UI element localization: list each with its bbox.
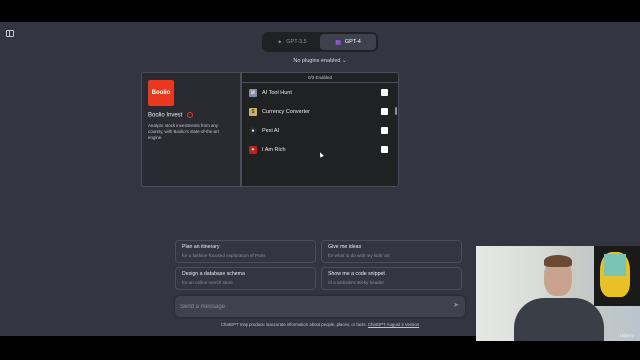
- chevron-down-icon: ⌄: [342, 58, 347, 64]
- person-hair: [544, 255, 572, 267]
- suggestion-title: Show me a code snippet: [328, 271, 385, 277]
- plugin-list: 0/3 Enabled ⊞ AI Tool Hunt $ Currency Co…: [241, 72, 399, 187]
- person-body: [514, 298, 604, 341]
- plugin-store-popup: Boolio Boolio Invest Analyze stock inves…: [141, 72, 399, 187]
- footer-disclaimer: ChatGPT may produce inaccurate informati…: [175, 322, 465, 327]
- version-link[interactable]: ChatGPT August 3 Version: [368, 322, 419, 327]
- disclaimer-text: ChatGPT may produce inaccurate informati…: [220, 322, 367, 327]
- plugin-name-text: Boolio Invest: [148, 112, 183, 119]
- wall-artwork: [594, 246, 640, 306]
- plugin-checkbox[interactable]: [381, 89, 388, 96]
- suggestion-subtitle: of a website's sticky header: [328, 280, 385, 285]
- message-input[interactable]: [180, 300, 440, 313]
- ai-tool-hunt-icon: ⊞: [249, 88, 257, 97]
- plugin-detail-panel: Boolio Boolio Invest Analyze stock inves…: [141, 72, 241, 187]
- suggestion-subtitle: for what to do with my kids' art: [328, 253, 390, 258]
- model-gpt35-label: GPT-3.5: [286, 39, 307, 45]
- send-icon[interactable]: ➤: [453, 301, 459, 309]
- plugin-row-label: I Am Rich: [262, 146, 286, 153]
- instructor-webcam: Udemy: [476, 246, 640, 341]
- logo-text: Boolio: [151, 90, 171, 96]
- plugin-row-label: Currency Converter: [262, 108, 310, 115]
- message-composer: ➤: [175, 296, 465, 317]
- boolio-logo: Boolio: [148, 80, 174, 106]
- suggestion-card[interactable]: Plan an itinerary for a fashion-focused …: [175, 240, 316, 263]
- suggestion-title: Give me ideas: [328, 244, 362, 250]
- plugin-row-ai-tool-hunt[interactable]: ⊞ AI Tool Hunt: [242, 83, 398, 102]
- plugins-dropdown[interactable]: No plugins enabled ⌄: [280, 58, 360, 64]
- plugin-description: Analyze stock investments from any count…: [148, 122, 219, 140]
- suggestion-subtitle: for an online merch store: [182, 280, 233, 285]
- plugin-row-currency-converter[interactable]: $ Currency Converter: [242, 102, 398, 121]
- plugin-list-scrollbar[interactable]: [395, 107, 397, 115]
- plugin-checkbox[interactable]: [381, 108, 388, 115]
- plugin-enabled-count: 0/3 Enabled: [242, 73, 398, 83]
- plugin-row-pexi-ai[interactable]: ● Pexi AI: [242, 121, 398, 140]
- artwork-panel: [604, 254, 626, 276]
- model-gpt4-button[interactable]: ▦ GPT-4: [320, 34, 376, 50]
- video-top-letterbox: [0, 0, 640, 22]
- plugin-checkbox[interactable]: [381, 127, 388, 134]
- udemy-watermark: Udemy: [619, 333, 634, 338]
- suggestion-card[interactable]: Show me a code snippet of a website's st…: [321, 267, 462, 290]
- sidebar-toggle-icon[interactable]: [6, 30, 14, 37]
- i-am-rich-icon: ✦: [249, 145, 257, 154]
- sparkle-icon: ✦: [277, 39, 283, 46]
- pexi-ai-icon: ●: [249, 126, 257, 135]
- unverified-badge-icon: [187, 112, 194, 118]
- suggestion-card[interactable]: Design a database schema for an online m…: [175, 267, 316, 290]
- plugin-row-label: Pexi AI: [262, 127, 280, 134]
- model-gpt4-label: GPT-4: [344, 39, 361, 45]
- plugin-icon: ▦: [335, 39, 341, 46]
- model-switcher: ✦ GPT-3.5 ▦ GPT-4: [262, 32, 378, 52]
- suggestion-title: Plan an itinerary: [182, 244, 220, 250]
- suggestion-card[interactable]: Give me ideas for what to do with my kid…: [321, 240, 462, 263]
- plugin-name: Boolio Invest: [148, 112, 234, 119]
- plugins-dropdown-label: No plugins enabled: [293, 58, 341, 64]
- currency-converter-icon: $: [249, 107, 257, 116]
- suggestion-title: Design a database schema: [182, 271, 245, 277]
- plugin-checkbox[interactable]: [381, 146, 388, 153]
- model-gpt35-button[interactable]: ✦ GPT-3.5: [264, 34, 320, 50]
- suggestion-subtitle: for a fashion-focused exploration of Par…: [182, 253, 266, 258]
- plugin-row-label: AI Tool Hunt: [262, 89, 292, 96]
